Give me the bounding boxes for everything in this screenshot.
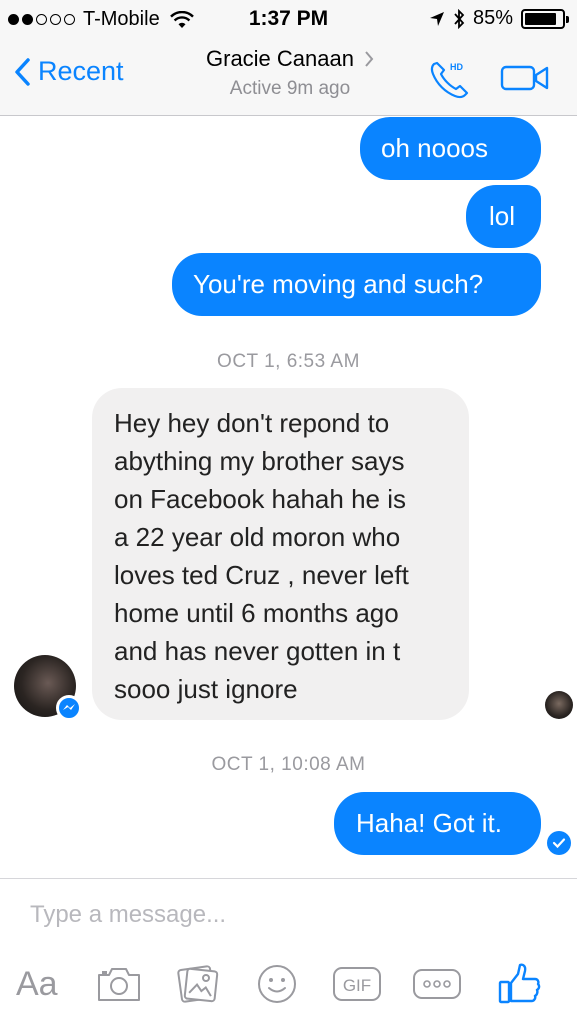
timestamp: OCT 1, 6:53 AM xyxy=(217,351,360,372)
chevron-right-icon xyxy=(365,51,374,67)
status-bar: T-Mobile 1:37 PM 85% xyxy=(0,0,577,40)
message-line: abything my brother says xyxy=(114,446,405,476)
more-options-button[interactable] xyxy=(412,961,462,1007)
text-size-button[interactable]: Aa xyxy=(16,961,58,1007)
camera-button[interactable] xyxy=(96,961,142,1007)
message-bubble-outgoing[interactable]: oh nooos xyxy=(360,117,541,180)
thumbs-up-icon xyxy=(498,963,541,1004)
smiley-icon xyxy=(258,965,296,1003)
phone-icon: HD xyxy=(430,61,469,99)
message-text: You're moving and such? xyxy=(193,269,484,299)
more-icon xyxy=(413,969,461,999)
composer-toolbar: Aa GIF xyxy=(0,961,577,1011)
status-right: 85% xyxy=(429,7,569,30)
messenger-badge-icon xyxy=(56,695,82,721)
message-text: Haha! Got it. xyxy=(356,808,502,838)
message-line: Hey hey don't repond to xyxy=(114,408,390,438)
battery-percent: 85% xyxy=(472,7,513,29)
back-label: Recent xyxy=(38,56,124,86)
message-text: oh nooos xyxy=(381,133,488,163)
message-bubble-outgoing[interactable]: Haha! Got it. xyxy=(334,792,541,855)
message-thread[interactable]: oh nooos lol You're moving and such? OCT… xyxy=(0,117,577,877)
message-bubble-outgoing[interactable]: You're moving and such? xyxy=(172,253,541,316)
gif-icon: GIF xyxy=(333,967,381,1001)
video-camera-icon xyxy=(500,65,549,91)
timestamp: OCT 1, 10:08 AM xyxy=(211,754,366,775)
message-bubble-incoming[interactable]: Hey hey don't repond to abything my brot… xyxy=(92,388,469,720)
chevron-left-icon xyxy=(15,57,30,86)
location-icon xyxy=(429,11,444,26)
contact-info[interactable]: Gracie Canaan Active 9m ago xyxy=(170,46,410,100)
conversation-header: Recent Gracie Canaan Active 9m ago HD xyxy=(0,40,577,116)
sticker-button[interactable] xyxy=(256,961,298,1007)
message-input[interactable] xyxy=(30,901,530,929)
video-call-button[interactable] xyxy=(500,64,550,97)
gif-label: GIF xyxy=(343,976,371,995)
like-button[interactable] xyxy=(496,961,542,1007)
message-line: home until 6 months ago xyxy=(114,598,399,628)
gif-button[interactable]: GIF xyxy=(332,961,382,1007)
hd-call-button[interactable]: HD xyxy=(428,58,472,105)
bluetooth-icon xyxy=(454,8,465,29)
message-line: and has never gotten in t xyxy=(114,636,401,666)
camera-icon xyxy=(98,968,140,1001)
message-line: on Facebook hahah he is xyxy=(114,484,406,514)
photo-gallery-icon xyxy=(177,965,219,1003)
message-line: sooo just ignore xyxy=(114,674,298,704)
back-button[interactable]: Recent xyxy=(14,56,124,87)
read-receipt-avatar xyxy=(545,691,573,719)
message-bubble-outgoing[interactable]: lol xyxy=(466,185,541,248)
contact-status: Active 9m ago xyxy=(229,78,351,99)
message-text: lol xyxy=(489,201,516,231)
composer: Aa xyxy=(0,878,577,1024)
gallery-button[interactable] xyxy=(176,961,222,1007)
contact-name: Gracie Canaan xyxy=(206,46,354,71)
delivered-check-icon xyxy=(547,831,571,855)
hd-label: HD xyxy=(450,62,463,72)
message-line: loves ted Cruz , never left xyxy=(114,560,409,590)
message-line: a 22 year old moron who xyxy=(114,522,401,552)
battery-icon xyxy=(521,8,569,29)
